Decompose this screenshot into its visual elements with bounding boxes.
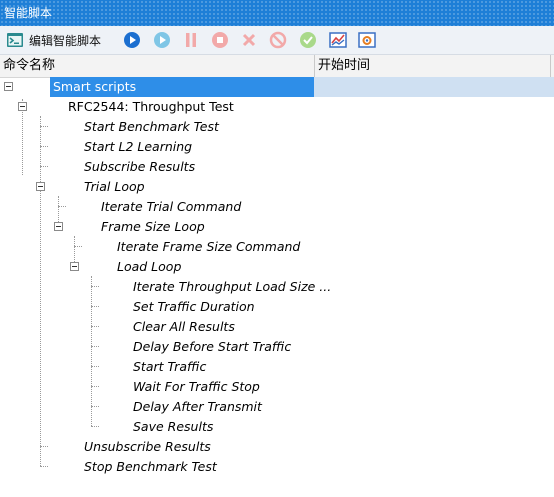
tree-row-command[interactable]: Start Benchmark Test xyxy=(0,117,554,137)
check-button[interactable] xyxy=(299,30,317,50)
tree-row-command[interactable]: Delay After Transmit xyxy=(0,397,554,417)
tree-label: Save Results xyxy=(133,419,214,434)
tree-label: RFC2544: Throughput Test xyxy=(68,99,234,114)
tree-row-command[interactable]: Iterate Frame Size Command xyxy=(0,237,554,257)
tree-label: Delay Before Start Traffic xyxy=(133,339,292,354)
toolbar: 编辑智能脚本 xyxy=(0,26,554,55)
play-icon xyxy=(124,32,140,48)
tree-row-command[interactable]: Iterate Trial Command xyxy=(0,197,554,217)
script-tree: Smart scripts RFC2544: Throughput Test S… xyxy=(0,77,554,497)
tree-row-script[interactable]: RFC2544: Throughput Test xyxy=(0,97,554,117)
abort-button[interactable] xyxy=(269,30,287,50)
tree-label: Trial Loop xyxy=(84,179,145,194)
console-icon xyxy=(7,33,23,47)
chart-icon xyxy=(329,32,347,48)
collapse-toggle-icon[interactable] xyxy=(18,102,27,111)
tree-label: Load Loop xyxy=(117,259,182,274)
pause-button[interactable] xyxy=(182,30,200,50)
tree-label: Start Traffic xyxy=(133,359,207,374)
run-button[interactable] xyxy=(123,30,141,50)
settings-button[interactable] xyxy=(358,30,376,50)
edit-script-button[interactable]: 编辑智能脚本 xyxy=(6,30,101,50)
selection-highlight xyxy=(314,77,554,97)
step-button[interactable] xyxy=(153,30,171,50)
tree-row-command[interactable]: Set Traffic Duration xyxy=(0,297,554,317)
window-title-bar: 智能脚本 xyxy=(0,0,554,26)
no-entry-icon xyxy=(269,31,287,49)
tree-row-command[interactable]: Save Results xyxy=(0,417,554,437)
tree-label: Subscribe Results xyxy=(84,159,196,174)
settings-icon xyxy=(358,32,376,48)
collapse-toggle-icon[interactable] xyxy=(36,182,45,191)
tree-label: Clear All Results xyxy=(133,319,235,334)
tree-label: Smart scripts xyxy=(53,79,137,94)
tree-row-trial-loop[interactable]: Trial Loop xyxy=(0,177,554,197)
close-x-icon xyxy=(242,33,256,47)
tree-row-command[interactable]: Stop Benchmark Test xyxy=(0,457,554,477)
stop-icon xyxy=(212,32,228,48)
column-header-name[interactable]: 命令名称 xyxy=(0,55,314,77)
chart-button[interactable] xyxy=(329,30,347,50)
tree-row-smart-scripts[interactable]: Smart scripts xyxy=(0,77,554,97)
column-header-row: 命令名称 开始时间 xyxy=(0,55,554,78)
tree-label: Iterate Frame Size Command xyxy=(117,239,301,254)
tree-row-command[interactable]: Unsubscribe Results xyxy=(0,437,554,457)
clear-button[interactable] xyxy=(240,30,258,50)
tree-row-command[interactable]: Start Traffic xyxy=(0,357,554,377)
window-title: 智能脚本 xyxy=(4,6,53,20)
column-divider[interactable] xyxy=(550,55,551,77)
check-circle-icon xyxy=(300,32,316,48)
tree-label: Frame Size Loop xyxy=(101,219,205,234)
tree-label: Start L2 Learning xyxy=(84,139,193,154)
tree-row-command[interactable]: Start L2 Learning xyxy=(0,137,554,157)
pause-icon xyxy=(186,33,196,47)
collapse-toggle-icon[interactable] xyxy=(54,222,63,231)
tree-label: Unsubscribe Results xyxy=(84,439,211,454)
collapse-toggle-icon[interactable] xyxy=(70,262,79,271)
stop-button[interactable] xyxy=(211,30,229,50)
tree-row-command[interactable]: Subscribe Results xyxy=(0,157,554,177)
collapse-toggle-icon[interactable] xyxy=(4,82,13,91)
tree-row-command[interactable]: Clear All Results xyxy=(0,317,554,337)
tree-row-command[interactable]: Iterate Throughput Load Size ... xyxy=(0,277,554,297)
column-header-start-time[interactable]: 开始时间 xyxy=(315,55,550,77)
tree-label: Start Benchmark Test xyxy=(84,119,219,134)
tree-row-frame-size-loop[interactable]: Frame Size Loop xyxy=(0,217,554,237)
step-icon xyxy=(154,32,170,48)
tree-label: Wait For Traffic Stop xyxy=(133,379,260,394)
tree-row-command[interactable]: Wait For Traffic Stop xyxy=(0,377,554,397)
edit-script-label: 编辑智能脚本 xyxy=(29,33,102,48)
tree-row-command[interactable]: Delay Before Start Traffic xyxy=(0,337,554,357)
tree-label: Set Traffic Duration xyxy=(133,299,255,314)
tree-row-load-loop[interactable]: Load Loop xyxy=(0,257,554,277)
tree-label: Stop Benchmark Test xyxy=(84,459,217,474)
tree-label: Iterate Throughput Load Size ... xyxy=(133,279,332,294)
tree-label: Iterate Trial Command xyxy=(101,199,242,214)
tree-label: Delay After Transmit xyxy=(133,399,262,414)
